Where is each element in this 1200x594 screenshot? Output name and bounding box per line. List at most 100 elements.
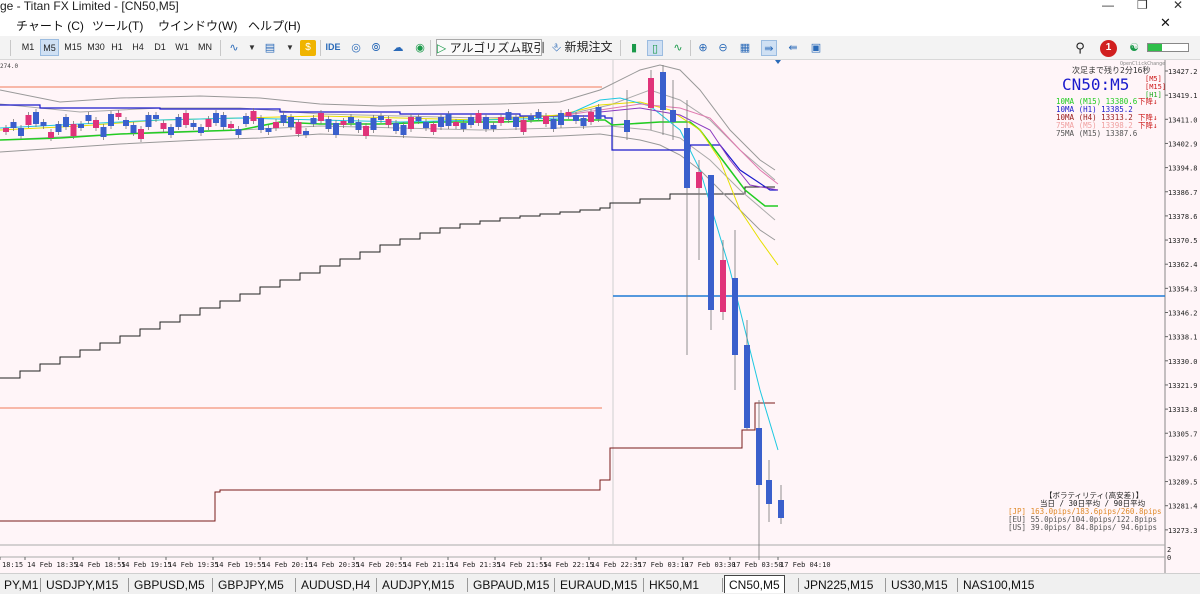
chart-tab[interactable]: GBPUSD,M5 [130,576,209,594]
menu-tools[interactable]: ツール(T) [92,17,143,34]
close-chart-icon[interactable]: ✕ [1160,15,1171,31]
chart-top-left-value: 274.0 [0,63,18,70]
time-tick-label: 14 Feb 20:15 [262,561,313,569]
chart-tab[interactable]: JPN225,M15 [800,576,877,594]
candle-body [55,124,62,132]
candle-body [732,278,738,355]
chart-tab[interactable]: US30,M15 [887,576,952,594]
templates-icon[interactable]: ▤ [262,40,278,56]
candle-body [100,127,107,137]
chart-shift-icon[interactable]: ⇚ [785,40,801,56]
price-tick-label: 13313.8 [1168,406,1198,414]
candle-body [48,132,54,138]
chart-window[interactable]: 13427.2 13419.1 13411.0 13402.9 13394.8 13386… [0,60,1200,573]
chart-tab[interactable]: GBPJPY,M5 [214,576,288,594]
zoom-out-icon[interactable]: ⊖ [715,40,731,56]
time-tick-label: 17 Feb 03:50 [732,561,783,569]
candle-body [213,113,219,123]
symbol-label: CN50:M5 [1062,75,1129,94]
price-tick-label: 13402.9 [1168,140,1198,148]
broadcast-icon[interactable]: ⦾ [368,40,384,56]
candle-body [205,119,212,127]
timeframe-m30[interactable]: M30 [85,39,107,56]
algo-trading-button[interactable]: ▷ アルゴリズム取引 [436,39,545,56]
tab-separator [212,578,213,592]
price-tick-label: 13338.1 [1168,334,1198,342]
line-chart-icon[interactable]: ∿ [226,40,242,56]
chart-tab[interactable]: NAS100,M15 [959,576,1038,594]
tab-separator [40,578,41,592]
candle-body [258,118,264,130]
chart-tab[interactable]: PY,M1 [0,576,42,594]
candle-body [720,260,726,312]
signal-icon[interactable]: ◎ [348,40,364,56]
chart-tab[interactable]: GBPAUD,M15 [469,576,553,594]
candle-body [660,72,666,110]
candle-body [318,113,324,121]
menu-window[interactable]: ウインドウ(W) [158,17,237,34]
candle-body [550,119,557,129]
timeframe-d1[interactable]: D1 [151,39,169,56]
timeframe-h4[interactable]: H4 [129,39,147,56]
price-tick-label: 13419.1 [1168,92,1198,100]
menu-chart[interactable]: チャート (C) [16,17,84,34]
tab-separator [467,578,468,592]
ide-button[interactable]: IDE [324,39,342,56]
candle-body [430,124,437,132]
toolbar-separator [690,40,691,56]
restore-icon[interactable]: ❐ [1137,0,1148,12]
candle-body [18,128,24,136]
candlestick-icon[interactable]: ▯ [647,40,663,56]
chart-tab[interactable]: USDJPY,M15 [42,576,122,594]
price-tick-label: 13273.3 [1168,527,1198,535]
timeframe-m15[interactable]: M15 [62,39,84,56]
timeframe-m1[interactable]: M1 [19,39,37,56]
autoscroll-icon[interactable]: ⇛ [761,40,777,56]
subwindow-tick: 0 [1167,554,1171,562]
timeframe-mn[interactable]: MN [195,39,215,56]
chart-shift-marker[interactable] [775,60,781,64]
time-scale: 18:15 14 Feb 18:3514 Feb 18:5514 Feb 19:1… [0,557,831,569]
vps-icon[interactable]: ◉ [412,40,428,56]
candle-body [378,116,384,120]
chart-tab[interactable]: HK50,M1 [645,576,703,594]
chart-tabs: PY,M1 USDJPY,M15 GBPUSD,M5 GBPJPY,M5 AUDUSD,… [0,573,1200,594]
timeframe-h1[interactable]: H1 [108,39,126,56]
candle-body [295,122,302,134]
dropdown-icon[interactable]: ▼ [244,40,260,56]
menu-help[interactable]: ヘルプ(H) [248,17,301,34]
ma-info-list: 10MA (M15) 13380.6 下降↓10MA (H1) 13385.210… [1056,96,1158,138]
new-order-button[interactable]: ⎀ 新規注文 [546,39,618,56]
chart-tab[interactable]: EURAUD,M15 [556,576,641,594]
grid-icon[interactable]: ▦ [737,40,753,56]
play-icon: ▷ [437,41,447,55]
price-chart[interactable]: 13427.2 13419.1 13411.0 13402.9 13394.8 13386… [0,60,1200,573]
chart-tab[interactable]: AUDUSD,H4 [297,576,374,594]
candle-body [63,117,69,127]
chart-tab[interactable]: CN50,M5 [724,575,785,593]
line-icon[interactable]: ∿ [670,40,686,56]
bar-chart-icon[interactable]: ▮ [626,40,642,56]
dollar-icon[interactable]: $ [300,40,316,56]
minimize-icon[interactable]: — [1102,0,1114,12]
candle-body [288,117,294,127]
candle-body [40,122,47,126]
ma-trend-label: 下降↓ [1138,120,1158,130]
price-tick-label: 13386.7 [1168,189,1198,197]
cloud-icon[interactable]: ☁ [390,40,406,56]
candle-body [670,110,676,122]
ma-trend-label: 下降↓ [1138,96,1158,106]
screenshot-icon[interactable]: ▣ [808,40,824,56]
chart-tab[interactable]: AUDJPY,M15 [378,576,458,594]
timeframe-w1[interactable]: W1 [173,39,191,56]
timeframe-m5[interactable]: M5 [40,39,59,56]
candle-body [580,118,587,126]
dropdown-icon[interactable]: ▼ [282,40,298,56]
zoom-in-icon[interactable]: ⊕ [695,40,711,56]
notification-badge[interactable]: 1 [1100,40,1117,57]
toolbar: M1 M5 M15 M30 H1 H4 D1 W1 MN ∿ ▼ ▤ ▼ $ I… [0,36,1200,60]
close-icon[interactable]: ✕ [1173,0,1183,12]
candle-body [528,116,534,120]
candle-body [220,115,227,127]
search-icon[interactable]: ⚲ [1072,40,1088,56]
